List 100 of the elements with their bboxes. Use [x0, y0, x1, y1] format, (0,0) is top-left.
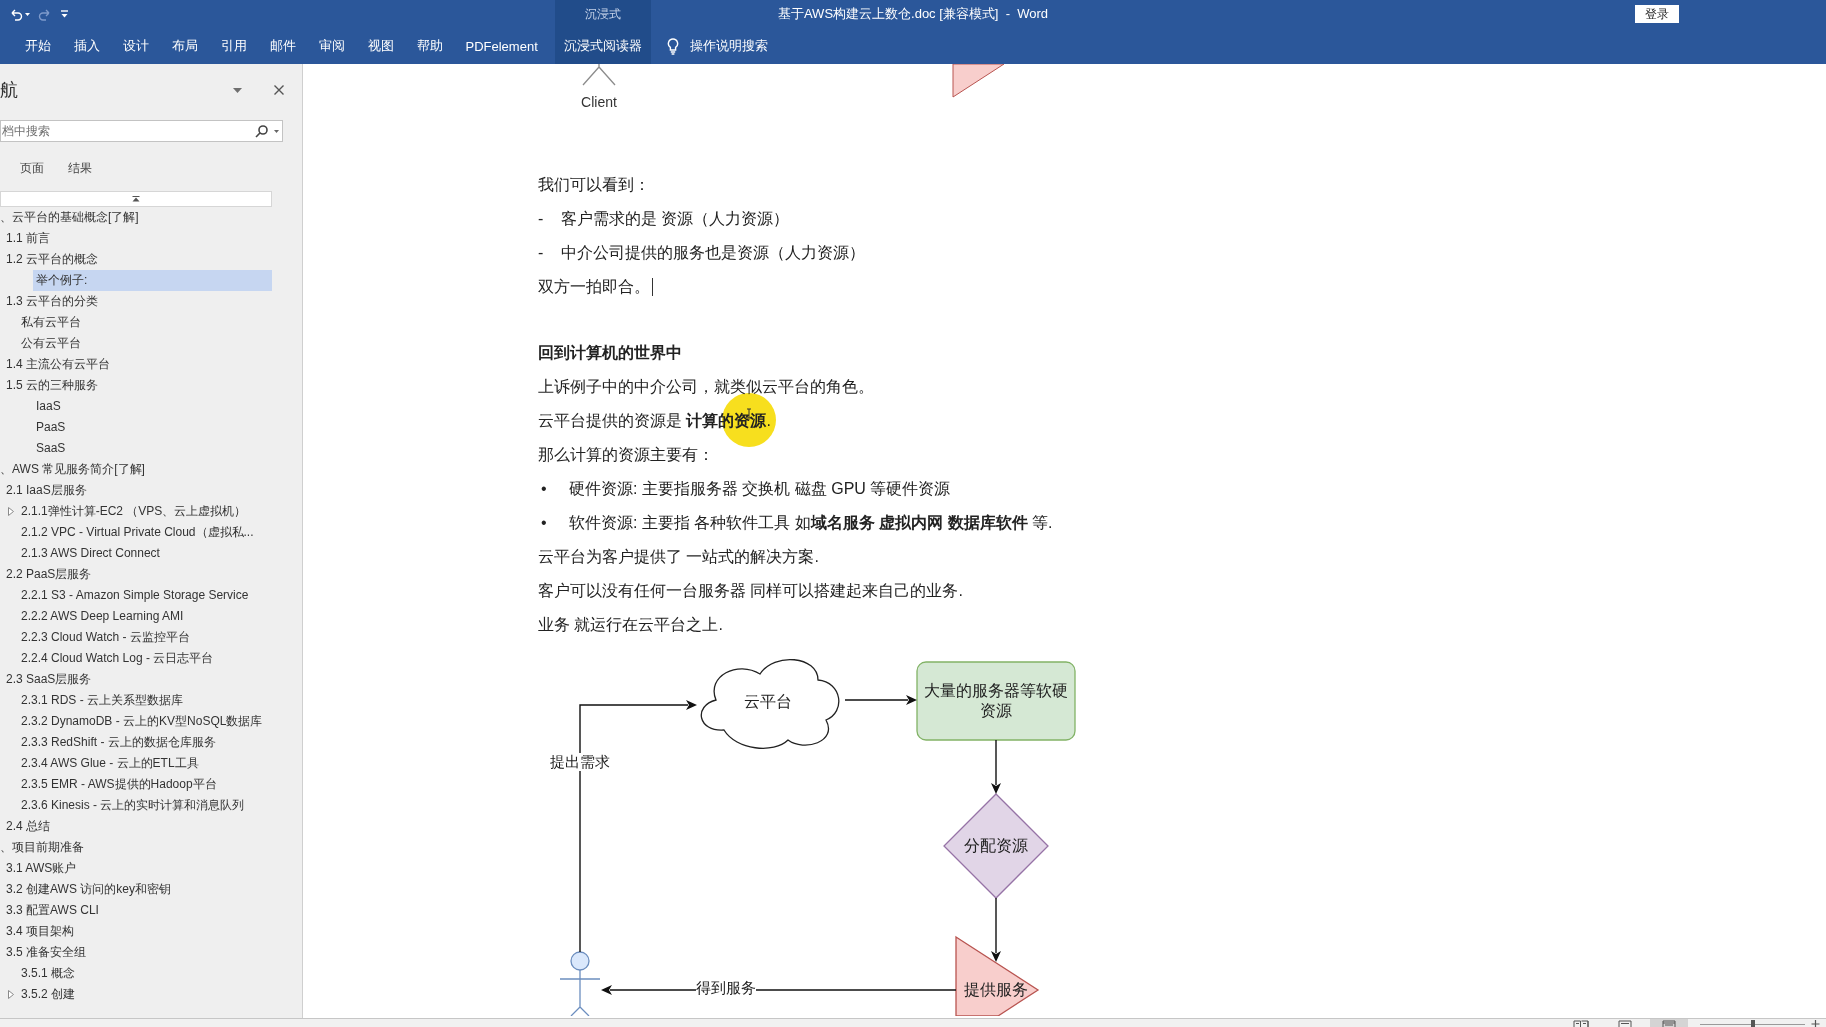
- nav-heading-item[interactable]: 2.2.3 Cloud Watch - 云监控平台: [18, 627, 272, 648]
- nav-heading-item[interactable]: 2.1 IaaS层服务: [3, 480, 272, 501]
- list-item-text: 硬件资源: 主要指服务器 交换机 磁盘 GPU 等硬件资源: [569, 479, 951, 499]
- ribbon-tab[interactable]: 视图: [356, 28, 405, 64]
- paragraph: 我们可以看到：: [538, 175, 650, 195]
- nav-heading-item[interactable]: 2.2.2 AWS Deep Learning AMI: [18, 606, 272, 627]
- section-heading: 回到计算机的世界中: [538, 343, 682, 363]
- ribbon-tab[interactable]: 布局: [160, 28, 209, 64]
- pane-tab[interactable]: 结果: [62, 156, 98, 182]
- list-item-text: 客户需求的是 资源（人力资源）: [561, 209, 790, 229]
- node-label: 提供服务: [964, 980, 1028, 1000]
- window-title: 基于AWS构建云上数仓.doc [兼容模式] - Word: [777, 5, 1049, 23]
- nav-heading-item[interactable]: 2.2.1 S3 - Amazon Simple Storage Service: [18, 585, 272, 606]
- nav-heading-item[interactable]: 1.5 云的三种服务: [3, 375, 272, 396]
- nav-heading-item[interactable]: 2.3.5 EMR - AWS提供的Hadoop平台: [18, 774, 272, 795]
- redo-icon: [38, 7, 52, 21]
- caret-icon[interactable]: [274, 130, 279, 133]
- nav-heading-item[interactable]: IaaS: [33, 396, 272, 417]
- nav-heading-item[interactable]: 、AWS 常见服务简介[了解]: [0, 459, 272, 480]
- close-icon[interactable]: [274, 85, 284, 95]
- nav-heading-item[interactable]: 2.3.3 RedShift - 云上的数据仓库服务: [18, 732, 272, 753]
- nav-heading-item[interactable]: 2.2.4 Cloud Watch Log - 云日志平台: [18, 648, 272, 669]
- nav-heading-item[interactable]: 2.4 总结: [3, 816, 272, 837]
- tab-group-label: 沉浸式: [585, 6, 622, 23]
- nav-heading-item[interactable]: PaaS: [33, 417, 272, 438]
- paragraph: 客户可以没有任何一台服务器 同样可以搭建起来自己的业务.: [538, 581, 963, 601]
- tell-me-search[interactable]: 操作说明搜索: [651, 28, 777, 64]
- ribbon-tab[interactable]: 引用: [209, 28, 258, 64]
- ribbon-tab[interactable]: 设计: [111, 28, 160, 64]
- expand-arrow-icon[interactable]: [8, 990, 14, 999]
- nav-heading-item[interactable]: 2.3.4 AWS Glue - 云上的ETL工具: [18, 753, 272, 774]
- nav-heading-item[interactable]: SaaS: [33, 438, 272, 459]
- nav-heading-item[interactable]: 3.5.2 创建: [18, 984, 272, 1005]
- nav-heading-item[interactable]: 1.4 主流公有云平台: [3, 354, 272, 375]
- list-item-text: 中介公司提供的服务也是资源（人力资源）: [561, 243, 865, 263]
- edge-label: 提出需求: [550, 753, 610, 771]
- dropdown-caret-icon[interactable]: [233, 87, 242, 93]
- nav-heading-item[interactable]: 2.1.2 VPC - Virtual Private Cloud（虚拟私...: [18, 522, 272, 543]
- lightbulb-icon: [667, 37, 680, 55]
- nav-heading-item[interactable]: 2.3 SaaS层服务: [3, 669, 272, 690]
- ribbon-tab[interactable]: 沉浸式阅读器: [555, 28, 652, 64]
- list-marker: -: [538, 243, 544, 263]
- nav-heading-item[interactable]: 1.2 云平台的概念: [3, 249, 272, 270]
- list-marker: •: [541, 513, 547, 533]
- list-marker: -: [538, 209, 544, 229]
- paragraph: 业务 就运行在云平台之上.: [538, 615, 723, 635]
- sign-in-button[interactable]: 登录: [1635, 5, 1679, 23]
- paragraph: 那么计算的资源主要有：: [538, 445, 714, 465]
- nav-heading-item[interactable]: 、云平台的基础概念[了解]: [0, 207, 272, 228]
- ribbon-tab[interactable]: PDFelement: [454, 28, 550, 64]
- list-item-text: 软件资源: 主要指 各种软件工具 如域名服务 虚拟内网 数据库软件 等.: [569, 513, 1053, 533]
- zoom-in-icon[interactable]: [1811, 1019, 1820, 1027]
- nav-heading-item[interactable]: 3.5 准备安全组: [3, 942, 272, 963]
- nav-heading-item[interactable]: 、项目前期准备: [0, 837, 272, 858]
- node-label: 分配资源: [964, 836, 1028, 856]
- nav-heading-item[interactable]: 2.3.2 DynamoDB - 云上的KV型NoSQL数据库: [18, 711, 272, 732]
- stick-figure: [582, 64, 616, 86]
- nav-heading-item[interactable]: 公有云平台: [18, 333, 272, 354]
- nav-heading-item[interactable]: 3.4 项目架构: [3, 921, 272, 942]
- actor-label: Client: [581, 94, 617, 110]
- stick-figure: [559, 951, 601, 1016]
- ribbon-tab[interactable]: 插入: [62, 28, 111, 64]
- caret-icon: [25, 12, 30, 16]
- nav-heading-item[interactable]: 2.3.1 RDS - 云上关系型数据库: [18, 690, 272, 711]
- nav-heading-item[interactable]: 3.2 创建AWS 访问的key和密钥: [3, 879, 272, 900]
- search-field[interactable]: 档中搜索: [0, 120, 283, 142]
- ribbon-tab[interactable]: 帮助: [405, 28, 454, 64]
- nav-heading-item[interactable]: 私有云平台: [18, 312, 272, 333]
- pane-tab[interactable]: 页面: [14, 156, 50, 182]
- nav-heading-item[interactable]: 3.3 配置AWS CLI: [3, 900, 272, 921]
- nav-heading-item[interactable]: 2.1.3 AWS Direct Connect: [18, 543, 272, 564]
- book-icon: [1573, 1020, 1589, 1027]
- nav-heading-item[interactable]: 2.2 PaaS层服务: [3, 564, 272, 585]
- nav-heading-item[interactable]: 1.3 云平台的分类: [3, 291, 272, 312]
- ribbon-tab[interactable]: 审阅: [307, 28, 356, 64]
- paragraph: 双方一拍即合。: [538, 277, 650, 297]
- ribbon-tab[interactable]: 邮件: [258, 28, 307, 64]
- pane-title: 航: [0, 79, 18, 102]
- node-label: 云平台: [744, 692, 792, 712]
- expand-arrow-icon[interactable]: [8, 507, 14, 516]
- nav-heading-item[interactable]: 3.5.1 概念: [18, 963, 272, 984]
- web-page-icon: [1662, 1020, 1676, 1027]
- nav-heading-item[interactable]: 1.1 前言: [3, 228, 272, 249]
- nav-heading-item[interactable]: 2.3.6 Kinesis - 云上的实时计算和消息队列: [18, 795, 272, 816]
- list-marker: •: [541, 479, 547, 499]
- customize-icon: [60, 10, 69, 18]
- collapse-up-icon: [132, 196, 140, 202]
- undo-icon: [9, 7, 23, 21]
- nav-heading-item[interactable]: 举个例子:: [33, 270, 272, 291]
- triangle-shape: [952, 64, 1005, 98]
- nav-heading-item[interactable]: 3.1 AWS账户: [3, 858, 272, 879]
- ribbon-tab[interactable]: 开始: [13, 28, 62, 64]
- node-label: 大量的服务器等软硬资源: [923, 681, 1069, 721]
- page-icon: [1618, 1020, 1632, 1027]
- zoom-slider-thumb[interactable]: [1750, 1020, 1755, 1027]
- search-icon[interactable]: [255, 125, 268, 138]
- nav-heading-item[interactable]: 2.1.1弹性计算-EC2 （VPS、云上虚拟机）: [18, 501, 272, 522]
- connector-arrow: [991, 897, 1001, 962]
- paragraph: 上诉例子中的中介公司，就类似云平台的角色。: [538, 377, 874, 397]
- edge-label: 得到服务: [696, 979, 756, 997]
